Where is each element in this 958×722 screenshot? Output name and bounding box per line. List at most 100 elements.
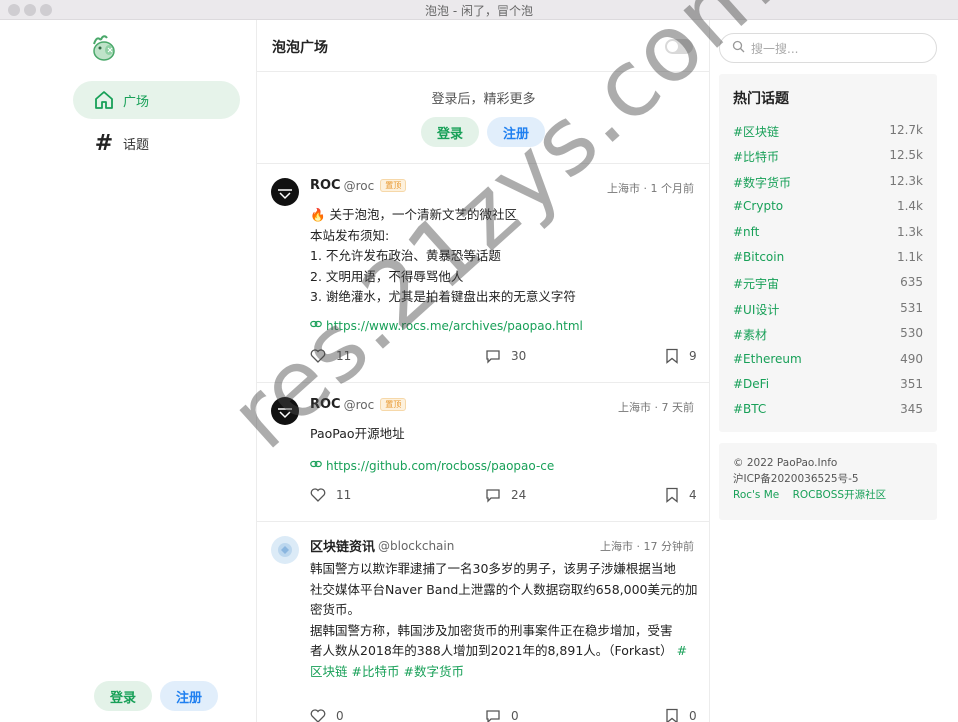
hot-topic-item[interactable]: #素材 530 [733, 326, 923, 343]
comment-button[interactable]: 24 [485, 487, 526, 503]
feed-header: 泡泡广场 [257, 20, 709, 72]
avatar[interactable] [271, 397, 299, 425]
collect-button[interactable]: 4 [665, 487, 697, 503]
author-handle: @roc [343, 178, 375, 193]
topic-name[interactable]: #Crypto [733, 199, 783, 213]
topic-count: 12.7k [889, 123, 923, 137]
author-nickname[interactable]: ROC [310, 178, 341, 193]
link-url[interactable]: https://github.com/rocboss/paopao-ce [326, 459, 554, 473]
sidebar-register-button[interactable]: 注册 [160, 681, 218, 711]
comment-button[interactable]: 0 [485, 708, 519, 722]
hot-topic-item[interactable]: #Ethereum 490 [733, 352, 923, 366]
post-link[interactable]: https://github.com/rocboss/paopao-ce [310, 458, 554, 473]
author-nickname[interactable]: ROC [310, 397, 341, 412]
icp-record[interactable]: 沪ICP备2020036525号-5 [733, 471, 923, 487]
post-card[interactable]: ROC @roc 置顶 上海市 · 7 天前 PaoPao开源地址 https:… [257, 383, 709, 522]
heart-icon [310, 488, 326, 502]
post-card[interactable]: 区块链资讯 @blockchain 上海市 · 17 分钟前 韩国警方以欺诈罪逮… [257, 522, 709, 722]
post-author: ROC @roc 置顶 [310, 178, 407, 193]
topic-name[interactable]: #比特币 [733, 148, 779, 165]
post-author: 区块链资讯 @blockchain [310, 536, 454, 556]
topic-count: 351 [900, 377, 923, 391]
author-nickname[interactable]: 区块链资讯 [310, 536, 375, 555]
post-body-line: 社交媒体平台Naver Band上泄露的个人数据窃取约658,000美元的加 [310, 581, 698, 597]
topic-name[interactable]: #nft [733, 225, 759, 239]
topic-count: 1.4k [896, 199, 923, 214]
topic-name[interactable]: #DeFi [733, 377, 769, 391]
post-meta: 上海市 · 17 分钟前 [600, 540, 694, 553]
collect-button[interactable]: 0 [665, 708, 697, 722]
post-author: ROC @roc 置顶 [310, 397, 407, 412]
post-body: PaoPao开源地址 [310, 426, 405, 441]
sidebar-login-button[interactable]: 登录 [94, 681, 152, 711]
topic-name[interactable]: #区块链 [733, 123, 779, 140]
hot-topic-item[interactable]: #比特币 12.5k [733, 148, 923, 165]
home-icon [93, 89, 115, 111]
collect-count: 0 [689, 709, 697, 722]
collect-count: 9 [689, 349, 697, 363]
hot-topics-title: 热门话题 [733, 91, 789, 107]
like-button[interactable]: 11 [310, 487, 351, 503]
author-handle: @roc [343, 397, 375, 412]
search-placeholder: 搜一搜... [751, 41, 799, 56]
topic-name[interactable]: #BTC [733, 402, 766, 416]
bookmark-icon [666, 348, 678, 364]
collect-count: 4 [689, 488, 697, 502]
page-title: 泡泡广场 [272, 40, 328, 56]
heart-icon [310, 349, 326, 363]
hot-topic-item[interactable]: #数字货币 12.3k [733, 174, 923, 191]
hot-topic-item[interactable]: #nft 1.3k [733, 225, 923, 239]
post-card[interactable]: ROC @roc 置顶 上海市 · 1 个月前 🔥 关于泡泡，一个清新文艺的微社… [257, 164, 709, 383]
post-body: 🔥 关于泡泡，一个清新文艺的微社区 本站发布须知: 1. 不允许发布政治、黄暴恐… [310, 207, 576, 304]
nav-item-topics[interactable]: # 话题 [73, 124, 240, 162]
post-tag[interactable]: #比特币 [352, 664, 400, 679]
hot-topic-item[interactable]: #元宇宙 635 [733, 275, 923, 292]
search-input[interactable]: 搜一搜... [719, 33, 937, 63]
collect-button[interactable]: 9 [665, 348, 697, 364]
topic-count: 12.5k [889, 148, 923, 163]
post-tag[interactable]: # [677, 643, 687, 658]
topic-name[interactable]: #元宇宙 [733, 275, 779, 292]
login-hint: 登录后，精彩更多 [431, 92, 536, 107]
window-titlebar: 泡泡 - 闲了，冒个泡 [0, 0, 958, 20]
comment-count: 24 [511, 488, 527, 502]
hot-topic-item[interactable]: #Bitcoin 1.1k [733, 250, 923, 264]
like-button[interactable]: 11 [310, 348, 351, 364]
hot-topic-item[interactable]: #BTC 345 [733, 402, 923, 416]
post-actions: 11 24 4 [310, 487, 697, 507]
like-count: 11 [336, 349, 352, 363]
link-url[interactable]: https://www.rocs.me/archives/paopao.html [326, 319, 583, 333]
hot-topic-item[interactable]: #DeFi 351 [733, 377, 923, 391]
comment-icon [486, 350, 500, 364]
topic-count: 530 [900, 326, 923, 341]
post-tag[interactable]: 区块链 [310, 664, 348, 679]
nav-item-label: 广场 [123, 94, 150, 110]
footer-link[interactable]: Roc's Me [733, 489, 779, 501]
topic-name[interactable]: #UI设计 [733, 301, 779, 318]
like-button[interactable]: 0 [310, 708, 344, 722]
avatar[interactable] [271, 536, 299, 564]
comment-button[interactable]: 30 [485, 348, 526, 364]
avatar[interactable] [271, 178, 299, 206]
topic-name[interactable]: #Ethereum [733, 352, 802, 366]
hot-topic-item[interactable]: #Crypto 1.4k [733, 199, 923, 213]
heart-icon [310, 709, 326, 722]
feed-login-button[interactable]: 登录 [421, 117, 479, 147]
post-actions: 11 30 9 [310, 348, 697, 368]
theme-toggle[interactable] [665, 39, 693, 54]
post-link[interactable]: https://www.rocs.me/archives/paopao.html [310, 318, 583, 333]
hot-topic-item[interactable]: #区块链 12.7k [733, 123, 923, 140]
hot-topic-item[interactable]: #UI设计 531 [733, 301, 923, 318]
link-icon [310, 318, 322, 333]
post-body-line: 密货币。 [310, 602, 361, 617]
topic-count: 490 [900, 351, 923, 366]
topic-name[interactable]: #素材 [733, 326, 767, 343]
topic-name[interactable]: #Bitcoin [733, 250, 784, 264]
footer-link[interactable]: ROCBOSS开源社区 [793, 489, 887, 501]
post-tag[interactable]: #数字货币 [403, 664, 463, 679]
feed-register-button[interactable]: 注册 [487, 117, 545, 147]
topic-name[interactable]: #数字货币 [733, 174, 791, 191]
nav-item-square[interactable]: 广场 [73, 81, 240, 119]
app-logo[interactable] [88, 32, 120, 64]
comment-icon [486, 489, 500, 503]
